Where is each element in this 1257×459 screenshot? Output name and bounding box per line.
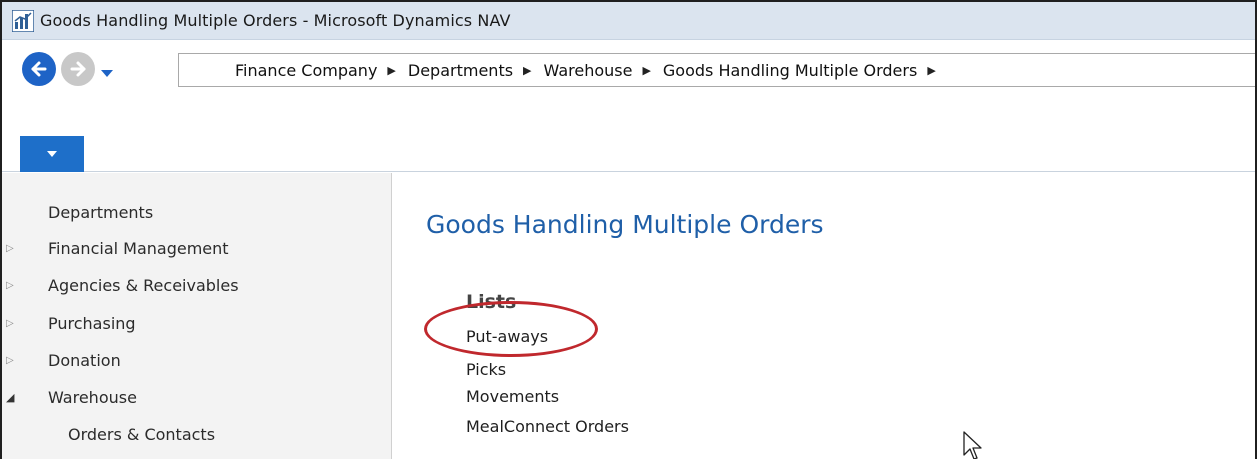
application-window: Goods Handling Multiple Orders - Microso…	[0, 0, 1257, 459]
history-dropdown-button[interactable]	[100, 64, 114, 77]
nav-item-agencies-receivables[interactable]: ▷ Agencies & Receivables	[2, 268, 392, 302]
nav-item-label: Purchasing	[48, 313, 136, 333]
breadcrumb-item-company[interactable]: Finance Company ▶	[235, 61, 408, 80]
breadcrumb-item-goods-handling[interactable]: Goods Handling Multiple Orders ▶	[663, 61, 948, 80]
breadcrumb-label: Goods Handling Multiple Orders	[662, 60, 918, 80]
expand-arrow-icon[interactable]: ▷	[6, 318, 16, 329]
back-button[interactable]	[22, 52, 56, 86]
breadcrumb-item-departments[interactable]: Departments ▶	[408, 61, 544, 80]
navigation-bar: Finance Company ▶ Departments ▶ Warehous…	[2, 40, 1255, 100]
expand-arrow-icon[interactable]: ▷	[6, 243, 16, 254]
breadcrumb-separator-icon[interactable]: ▶	[523, 64, 531, 77]
nav-item-label: Warehouse	[48, 387, 137, 407]
nav-item-label: Donation	[48, 350, 121, 370]
breadcrumb-item-warehouse[interactable]: Warehouse ▶	[544, 61, 663, 80]
breadcrumb-separator-icon[interactable]: ▶	[927, 64, 935, 77]
nav-item-donation[interactable]: ▷ Donation	[2, 343, 392, 377]
breadcrumb-separator-icon[interactable]: ▶	[387, 64, 395, 77]
application-menu-button[interactable]	[20, 136, 84, 172]
nav-item-financial-management[interactable]: ▷ Financial Management	[2, 231, 392, 265]
link-picks[interactable]: Picks	[466, 360, 506, 379]
chevron-down-icon	[101, 70, 113, 77]
breadcrumb-label: Finance Company	[235, 60, 378, 80]
arrow-left-icon	[31, 61, 47, 77]
breadcrumb-label: Warehouse	[543, 60, 633, 80]
title-bar: Goods Handling Multiple Orders - Microso…	[2, 2, 1255, 40]
link-movements[interactable]: Movements	[466, 387, 559, 406]
nav-item-label: Agencies & Receivables	[48, 275, 239, 295]
nav-item-label: Financial Management	[48, 238, 229, 258]
window-title: Goods Handling Multiple Orders - Microso…	[40, 11, 511, 30]
nav-item-warehouse[interactable]: ◢ Warehouse	[2, 380, 392, 414]
breadcrumb-label: Departments	[407, 60, 514, 80]
navigation-pane: Departments ▷ Financial Management ▷ Age…	[2, 173, 392, 459]
collapse-arrow-icon[interactable]: ◢	[6, 391, 16, 404]
breadcrumb-separator-icon[interactable]: ▶	[642, 64, 650, 77]
chevron-down-icon	[47, 151, 57, 157]
content-pane: Goods Handling Multiple Orders Lists Put…	[393, 173, 1255, 459]
annotation-highlight-ellipse	[424, 301, 598, 357]
breadcrumb[interactable]: Finance Company ▶ Departments ▶ Warehous…	[178, 53, 1255, 87]
nav-item-label: Orders & Contacts	[68, 424, 216, 444]
nav-item-label: Departments	[48, 202, 154, 222]
nav-item-purchasing[interactable]: ▷ Purchasing	[2, 306, 392, 340]
expand-arrow-icon[interactable]: ▷	[6, 280, 16, 291]
dynamics-nav-app-icon	[12, 9, 34, 32]
nav-item-departments[interactable]: Departments	[2, 195, 392, 229]
link-mealconnect-orders[interactable]: MealConnect Orders	[466, 417, 629, 436]
page-title: Goods Handling Multiple Orders	[426, 210, 824, 239]
mouse-pointer-icon	[963, 431, 983, 459]
expand-arrow-icon[interactable]: ▷	[6, 355, 16, 366]
forward-button[interactable]	[61, 52, 95, 86]
arrow-right-icon	[70, 61, 86, 77]
nav-item-orders-contacts[interactable]: Orders & Contacts	[2, 417, 392, 451]
ribbon	[2, 100, 1255, 172]
